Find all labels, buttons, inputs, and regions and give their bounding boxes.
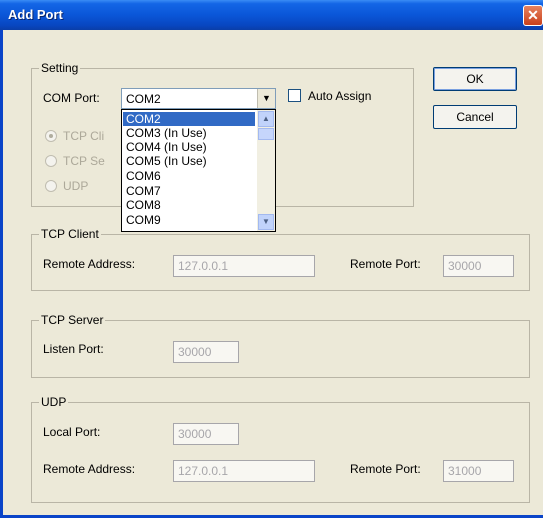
dropdown-option-com9[interactable]: COM9 [123, 213, 255, 227]
udp-radio-label[interactable]: UDP [63, 179, 88, 193]
dropdown-option-com4[interactable]: COM4 (In Use) [123, 140, 255, 154]
udp-radio[interactable] [45, 180, 57, 192]
com-port-value: COM2 [126, 92, 161, 106]
scroll-down-icon[interactable]: ▼ [258, 214, 274, 230]
udp-remote-port-label: Remote Port: [350, 462, 421, 476]
dropdown-option-com5[interactable]: COM5 (In Use) [123, 154, 255, 168]
udp-remote-address-label: Remote Address: [43, 462, 136, 476]
com-port-dropdown-list[interactable]: COM2 COM3 (In Use) COM4 (In Use) COM5 (I… [121, 109, 276, 232]
dropdown-scrollbar[interactable]: ▲ ▼ [257, 110, 275, 231]
com-port-select[interactable]: COM2 ▼ [121, 88, 276, 109]
window-title: Add Port [8, 7, 63, 22]
udp-remote-port-field[interactable]: 31000 [443, 460, 514, 482]
cancel-button[interactable]: Cancel [433, 105, 517, 129]
auto-assign-checkbox[interactable] [288, 89, 301, 102]
remote-address-field[interactable]: 127.0.0.1 [173, 255, 315, 277]
tcp-client-radio[interactable] [45, 130, 57, 142]
dropdown-option-com6[interactable]: COM6 [123, 169, 255, 183]
udp-legend: UDP [39, 395, 69, 409]
tcp-server-group: TCP Server [31, 313, 530, 378]
dropdown-option-com8[interactable]: COM8 [123, 198, 255, 212]
udp-group: UDP [31, 395, 530, 503]
setting-legend: Setting [39, 61, 81, 75]
dropdown-option-com2[interactable]: COM2 [123, 112, 255, 126]
ok-button[interactable]: OK [433, 67, 517, 91]
title-bar[interactable]: Add Port ✕ [0, 0, 543, 30]
scrollbar-thumb[interactable] [258, 128, 274, 140]
local-port-label: Local Port: [43, 425, 101, 439]
udp-remote-address-field[interactable]: 127.0.0.1 [173, 460, 315, 482]
chevron-down-icon[interactable]: ▼ [257, 89, 275, 108]
close-button[interactable]: ✕ [523, 5, 543, 26]
tcp-client-legend: TCP Client [39, 227, 101, 241]
com-port-label: COM Port: [43, 91, 100, 105]
dropdown-option-com7[interactable]: COM7 [123, 184, 255, 198]
tcp-server-legend: TCP Server [39, 313, 106, 327]
local-port-field[interactable]: 30000 [173, 423, 239, 445]
tcp-client-radio-label[interactable]: TCP Cli [63, 129, 104, 143]
close-icon: ✕ [527, 7, 539, 23]
tcp-server-radio[interactable] [45, 155, 57, 167]
auto-assign-label[interactable]: Auto Assign [308, 89, 371, 103]
listen-port-field[interactable]: 30000 [173, 341, 239, 363]
listen-port-label: Listen Port: [43, 342, 104, 356]
tcp-server-radio-label[interactable]: TCP Se [63, 154, 105, 168]
remote-address-label: Remote Address: [43, 257, 136, 271]
dropdown-option-com3[interactable]: COM3 (In Use) [123, 126, 255, 140]
remote-port-field[interactable]: 30000 [443, 255, 514, 277]
remote-port-label: Remote Port: [350, 257, 421, 271]
add-port-dialog: Add Port ✕ Setting COM Port: COM2 ▼ Auto… [0, 0, 543, 518]
scroll-up-icon[interactable]: ▲ [258, 111, 274, 127]
